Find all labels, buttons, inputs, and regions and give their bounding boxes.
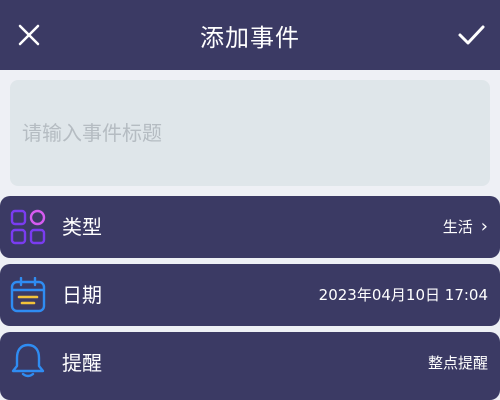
chevron-right-icon: › (480, 216, 488, 237)
page-title: 添加事件 (200, 24, 300, 52)
date-value: 2023年04月10日 17:04 (318, 286, 488, 304)
type-label: 类型 (62, 215, 102, 239)
confirm-button[interactable] (456, 20, 486, 50)
calendar-icon (10, 277, 46, 313)
type-value-group: 生活 › (443, 196, 488, 258)
checkmark-icon (458, 25, 485, 45)
reminder-row[interactable]: 提醒 整点提醒 (0, 332, 500, 400)
event-title-input[interactable] (10, 80, 490, 186)
reminder-label: 提醒 (62, 351, 102, 375)
type-row[interactable]: 类型 生活 › (0, 196, 500, 258)
date-label: 日期 (62, 283, 102, 307)
category-grid-icon (10, 209, 46, 245)
top-bar: 添加事件 (0, 0, 500, 70)
bell-icon (11, 343, 45, 378)
reminder-value: 整点提醒 (427, 354, 488, 372)
date-row[interactable]: 日期 2023年04月10日 17:04 (0, 264, 500, 326)
type-value: 生活 (442, 218, 473, 236)
